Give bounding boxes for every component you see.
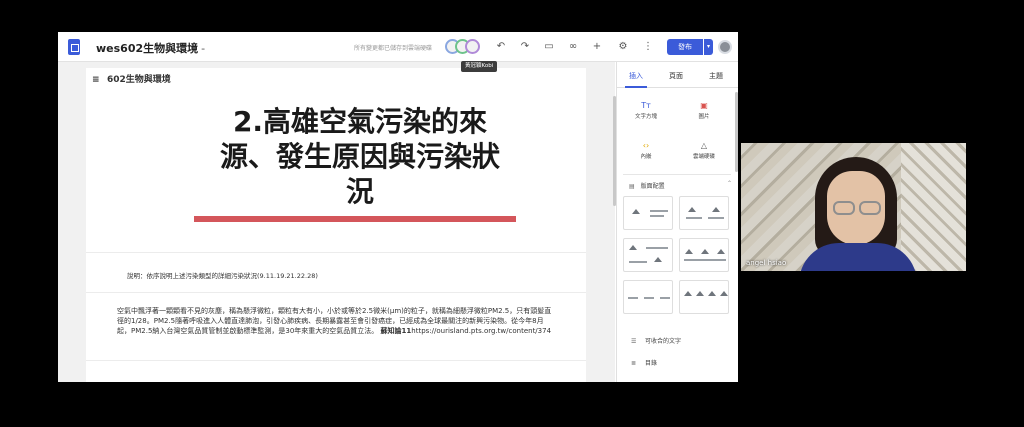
image-placeholder-icon bbox=[654, 257, 662, 262]
text-placeholder bbox=[629, 261, 647, 263]
insert-item-label: 圖片 bbox=[698, 114, 710, 120]
site-header[interactable]: ≡ 602生物與環境 bbox=[92, 72, 171, 85]
insert-item-label: 文字方塊 bbox=[634, 114, 657, 120]
publish-button[interactable]: 發布 bbox=[667, 39, 703, 55]
text-placeholder bbox=[686, 217, 702, 219]
preview-icon[interactable]: ▭ bbox=[542, 40, 556, 54]
menu-icon[interactable]: ≡ bbox=[92, 75, 101, 85]
layout-option[interactable] bbox=[679, 238, 729, 272]
tab-insert[interactable]: 插入 bbox=[629, 71, 643, 81]
redo-icon[interactable]: ↷ bbox=[518, 40, 532, 54]
source-link[interactable]: https://ourisland.pts.org.tw/content/374 bbox=[411, 327, 551, 335]
page-title-line: 況 bbox=[345, 175, 374, 208]
link-icon[interactable]: ∞ bbox=[566, 40, 580, 54]
page-title-line: 源、發生原因與污染狀 bbox=[219, 140, 500, 173]
glasses-lens bbox=[859, 201, 881, 215]
text-box-icon: Tт bbox=[641, 101, 651, 110]
image-placeholder-icon bbox=[684, 291, 692, 296]
insert-collapsible-text[interactable]: ☰ 可收合的文字 bbox=[631, 336, 681, 345]
side-item-label: 可收合的文字 bbox=[645, 338, 682, 345]
editor-canvas: ≡ 602生物與環境 2.高雄空氣污染的來 源、發生原因與污染狀 況 說明：依序說… bbox=[58, 62, 616, 382]
text-placeholder bbox=[646, 247, 668, 249]
image-placeholder-icon bbox=[701, 249, 709, 254]
text-placeholder bbox=[708, 217, 724, 219]
section-divider bbox=[86, 360, 586, 361]
section-divider bbox=[623, 174, 731, 175]
participant-name: angel hsiao bbox=[746, 259, 787, 267]
collapse-caret-icon[interactable]: ⌃ bbox=[727, 180, 732, 187]
image-placeholder-icon bbox=[629, 245, 637, 250]
tab-pages[interactable]: 頁面 bbox=[669, 71, 683, 81]
page-title-line: 2.高雄空氣污染的來 bbox=[232, 105, 488, 138]
image-placeholder-icon bbox=[685, 249, 693, 254]
tab-themes[interactable]: 主題 bbox=[709, 71, 723, 81]
embed-icon: ‹› bbox=[642, 141, 650, 150]
publish-dropdown-button[interactable]: ▾ bbox=[704, 39, 713, 55]
image-icon: ▣ bbox=[700, 101, 708, 110]
settings-gear-icon[interactable]: ⚙ bbox=[616, 40, 630, 54]
insert-image[interactable]: ▣ 圖片 bbox=[681, 100, 727, 120]
insert-table-of-contents[interactable]: ≣ 目錄 bbox=[631, 358, 657, 367]
more-vert-icon[interactable]: ⋮ bbox=[641, 40, 655, 54]
section-divider bbox=[86, 292, 586, 293]
source-label: 蘇知論11 bbox=[380, 327, 412, 335]
image-placeholder-icon bbox=[696, 291, 704, 296]
google-sites-logo-icon[interactable] bbox=[68, 39, 80, 55]
site-title[interactable]: wes602生物與環境 - bbox=[96, 40, 205, 56]
share-icon[interactable]: + bbox=[590, 40, 604, 54]
active-tab-indicator bbox=[625, 86, 647, 88]
collaborator-avatar[interactable] bbox=[465, 39, 480, 54]
layout-option[interactable] bbox=[679, 280, 729, 314]
image-placeholder-icon bbox=[720, 291, 728, 296]
text-placeholder bbox=[684, 259, 726, 261]
table-of-contents-icon: ≣ bbox=[631, 360, 637, 367]
collaborator-tooltip: 黃冠穎Kobi bbox=[461, 61, 498, 72]
site-title-caret: - bbox=[201, 42, 206, 55]
insert-drive[interactable]: △ 雲端硬碟 bbox=[681, 140, 727, 160]
image-placeholder-icon bbox=[688, 207, 696, 212]
instruction-note[interactable]: 說明：依序說明上述污染類型的詳細污染狀況(9.11.19.21.22.28) bbox=[127, 270, 318, 280]
page-title[interactable]: 2.高雄空氣污染的來 源、發生原因與污染狀 況 bbox=[182, 104, 538, 209]
undo-icon[interactable]: ↶ bbox=[494, 40, 508, 54]
image-placeholder-icon bbox=[708, 291, 716, 296]
drive-icon: △ bbox=[700, 141, 708, 150]
image-placeholder-icon bbox=[712, 207, 720, 212]
browser-screen: wes602生物與環境 - 所有變更都已儲存到雲端硬碟 ↶ ↷ ▭ ∞ + ⚙ ⋮… bbox=[58, 32, 738, 382]
account-avatar[interactable] bbox=[718, 40, 732, 54]
layouts-title-text: 版面配置 bbox=[640, 183, 665, 190]
insert-text-box[interactable]: Tт 文字方塊 bbox=[623, 100, 669, 120]
site-page: ≡ 602生物與環境 2.高雄空氣污染的來 源、發生原因與污染狀 況 說明：依序說… bbox=[86, 68, 586, 382]
site-name: 602生物與環境 bbox=[107, 75, 171, 85]
side-panel-scrollbar[interactable] bbox=[735, 92, 738, 172]
layouts-icon: ▤ bbox=[629, 183, 635, 190]
text-placeholder bbox=[650, 210, 668, 212]
right-side-panel: 插入 頁面 主題 Tт 文字方塊 ▣ 圖片 ‹› 內嵌 △ 雲端硬碟 ▤ 版面配置… bbox=[616, 62, 738, 382]
text-placeholder bbox=[650, 215, 664, 217]
insert-item-label: 內嵌 bbox=[640, 154, 652, 160]
insert-embed[interactable]: ‹› 內嵌 bbox=[623, 140, 669, 160]
text-placeholder bbox=[628, 297, 638, 299]
section-divider bbox=[86, 252, 586, 253]
layout-option[interactable] bbox=[679, 196, 729, 230]
insert-item-label: 雲端硬碟 bbox=[692, 154, 715, 160]
site-title-text: wes602生物與環境 bbox=[96, 42, 199, 55]
title-underline-bar bbox=[194, 216, 516, 222]
image-placeholder-icon bbox=[717, 249, 725, 254]
text-placeholder bbox=[644, 297, 654, 299]
side-panel-tabs: 插入 頁面 主題 bbox=[617, 62, 738, 88]
layout-option[interactable] bbox=[623, 238, 673, 272]
layout-option[interactable] bbox=[623, 280, 673, 314]
background-curtain bbox=[901, 143, 966, 271]
layouts-section-title[interactable]: ▤ 版面配置 bbox=[629, 181, 665, 190]
side-item-label: 目錄 bbox=[645, 360, 658, 367]
layout-option[interactable] bbox=[623, 196, 673, 230]
save-status: 所有變更都已儲存到雲端硬碟 bbox=[354, 45, 433, 52]
collapsible-text-icon: ☰ bbox=[631, 338, 637, 345]
glasses-lens bbox=[833, 201, 855, 215]
image-placeholder-icon bbox=[632, 209, 640, 214]
text-placeholder bbox=[660, 297, 670, 299]
body-paragraph[interactable]: 空氣中飄浮著一顆顆看不見的灰塵，稱為懸浮微粒，顆粒有大有小，小於或等於2.5微米… bbox=[117, 306, 553, 336]
editor-toolbar: wes602生物與環境 - 所有變更都已儲存到雲端硬碟 ↶ ↷ ▭ ∞ + ⚙ ⋮… bbox=[58, 32, 738, 62]
participant-video-tile[interactable]: angel hsiao bbox=[741, 143, 966, 271]
